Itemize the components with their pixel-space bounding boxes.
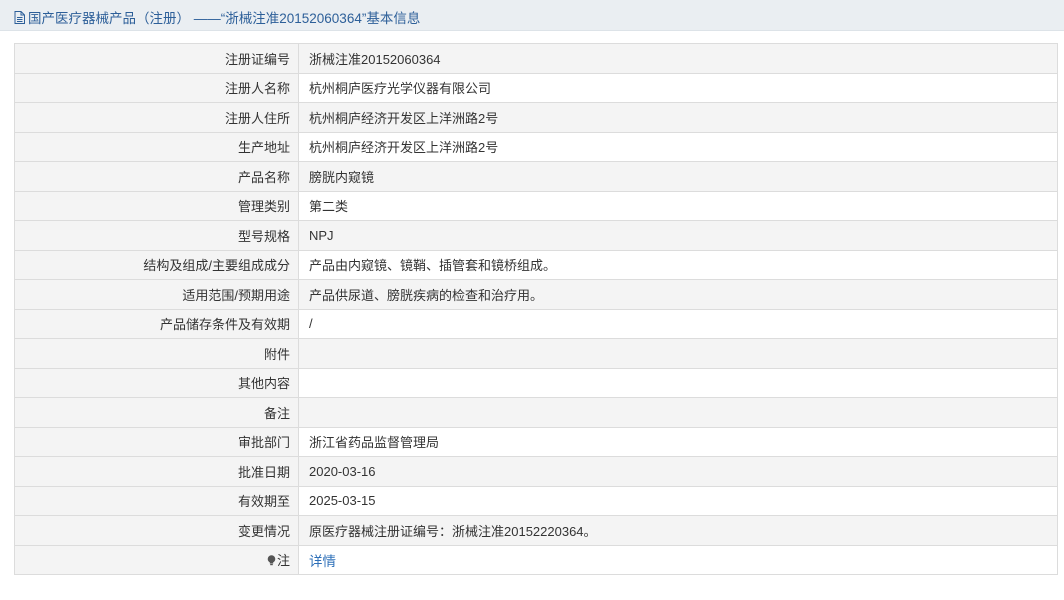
table-row: 审批部门 浙江省药品监督管理局 [14,426,1058,457]
table-row: 适用范围/预期用途 产品供尿道、膀胱疾病的检查和治疗用。 [14,279,1058,310]
table-row: 注册人住所 杭州桐庐经济开发区上洋洲路2号 [14,102,1058,133]
field-value: 膀胱内窥镜 [298,161,1058,192]
field-value: 浙江省药品监督管理局 [298,426,1058,457]
detail-link[interactable]: 详情 [309,554,336,569]
info-table: 注册证编号 浙械注准20152060364 注册人名称 杭州桐庐医疗光学仪器有限公司注… [14,43,1058,575]
field-value: 杭州桐庐经济开发区上洋洲路2号 [298,102,1058,133]
field-value: NPJ [298,220,1058,251]
table-row: 生产地址 杭州桐庐经济开发区上洋洲路2号 [14,131,1058,162]
field-label: 批准日期 [14,456,299,487]
field-value: / [298,308,1058,339]
table-row: 批准日期 2020-03-16 [14,456,1058,487]
note-label-cell: 注 [14,544,299,575]
table-row: 管理类别 第二类 [14,190,1058,221]
document-icon [14,10,25,24]
field-value: 浙械注准20152060364 [298,43,1058,74]
table-row: 注册人名称 杭州桐庐医疗光学仪器有限公司 [14,72,1058,103]
field-label: 变更情况 [14,515,299,546]
field-value: 2020-03-16 [298,456,1058,487]
table-row: 变更情况 原医疗器械注册证编号：浙械注准20152220364。 [14,515,1058,546]
page-title: 国产医疗器械产品（注册） ——“浙械注准20152060364”基本信息 [28,11,421,26]
field-label: 注册人住所 [14,102,299,133]
field-label: 其他内容 [14,367,299,398]
field-label: 附件 [14,338,299,369]
field-value [298,397,1058,428]
field-label: 型号规格 [14,220,299,251]
table-row: 结构及组成/主要组成成分 产品由内窥镜、镜鞘、插管套和镜桥组成。 [14,249,1058,280]
table-row: 注册证编号 浙械注准20152060364 [14,43,1058,74]
info-table-wrapper: 注册证编号 浙械注准20152060364 注册人名称 杭州桐庐医疗光学仪器有限公司注… [14,43,1058,575]
field-value: 产品由内窥镜、镜鞘、插管套和镜桥组成。 [298,249,1058,280]
field-label: 注册证编号 [14,43,299,74]
field-value: 杭州桐庐医疗光学仪器有限公司 [298,72,1058,103]
field-label: 产品储存条件及有效期 [14,308,299,339]
field-label: 审批部门 [14,426,299,457]
field-label: 管理类别 [14,190,299,221]
field-value: 杭州桐庐经济开发区上洋洲路2号 [298,131,1058,162]
note-label: 注 [276,553,290,569]
field-label: 适用范围/预期用途 [14,279,299,310]
table-row: 有效期至 2025-03-15 [14,485,1058,516]
field-value: 原医疗器械注册证编号：浙械注准20152220364。 [298,515,1058,546]
lightbulb-icon [267,555,276,566]
field-label: 产品名称 [14,161,299,192]
field-label: 生产地址 [14,131,299,162]
note-value-cell: 详情 [298,544,1058,575]
table-row: 型号规格 NPJ [14,220,1058,251]
note-row: 注 详情 [14,544,1058,575]
header-title-group: 国产医疗器械产品（注册） ——“浙械注准20152060364”基本信息 [14,7,420,27]
page-header: 国产医疗器械产品（注册） ——“浙械注准20152060364”基本信息 [0,0,1064,31]
field-label: 备注 [14,397,299,428]
field-value [298,367,1058,398]
table-row: 其他内容 [14,367,1058,398]
table-row: 附件 [14,338,1058,369]
table-row: 备注 [14,397,1058,428]
field-label: 结构及组成/主要组成成分 [14,249,299,280]
info-table-body: 注册证编号 浙械注准20152060364 注册人名称 杭州桐庐医疗光学仪器有限公司注… [14,43,1058,575]
field-value: 产品供尿道、膀胱疾病的检查和治疗用。 [298,279,1058,310]
field-value: 2025-03-15 [298,485,1058,516]
field-value: 第二类 [298,190,1058,221]
table-row: 产品名称 膀胱内窥镜 [14,161,1058,192]
field-label: 有效期至 [14,485,299,516]
table-row: 产品储存条件及有效期 / [14,308,1058,339]
field-value [298,338,1058,369]
field-label: 注册人名称 [14,72,299,103]
